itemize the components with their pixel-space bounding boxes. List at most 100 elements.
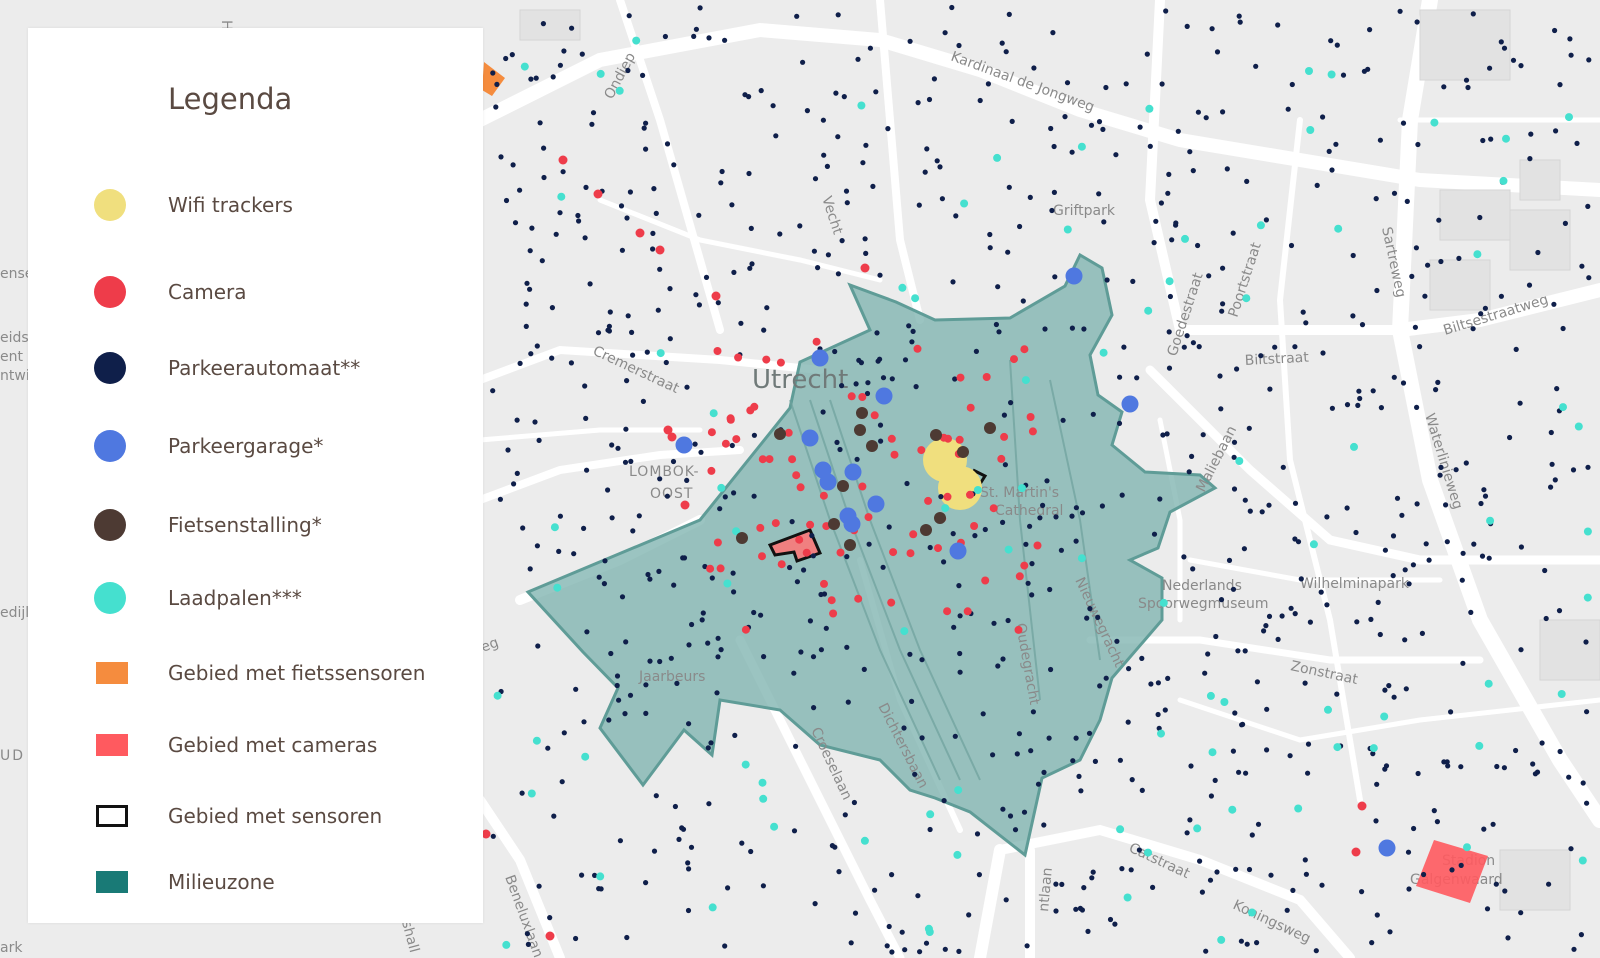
parkeerautomaat-dot: [1478, 500, 1484, 507]
camera-dot: [796, 483, 805, 492]
camera-dot: [593, 189, 603, 199]
parkeerautomaat-dot: [581, 525, 587, 532]
parkeerautomaat-dot: [837, 446, 843, 453]
parkeerautomaat-dot: [1543, 615, 1549, 622]
parkeerautomaat-dot: [1048, 125, 1054, 132]
legend-item-fietssensoren-area[interactable]: Gebied met fietssensoren: [28, 653, 483, 693]
parkeerautomaat-dot: [820, 409, 826, 415]
parkeerautomaat-dot: [1307, 619, 1313, 625]
legend-item-sensoren-area[interactable]: Gebied met sensoren: [28, 796, 483, 836]
parkeerautomaat-dot: [1096, 119, 1103, 125]
parkeerautomaat-dot: [731, 269, 737, 275]
map-label: Cathedral: [995, 503, 1063, 519]
laadpaal-dot: [1484, 679, 1493, 688]
laadpaal-dot: [1350, 442, 1358, 451]
parkeerautomaat-dot: [794, 13, 800, 19]
parkeerautomaat-dot: [706, 801, 712, 807]
parkeerautomaat-dot: [645, 571, 651, 578]
parkeerautomaat-dot: [1151, 240, 1157, 246]
legend-item-parkeerautomaat[interactable]: Parkeerautomaat**: [28, 348, 483, 388]
parkeerautomaat-dot: [1479, 553, 1486, 559]
parkeerautomaat-dot: [1290, 887, 1296, 894]
laadpaal-dot: [1327, 70, 1336, 79]
parkeerautomaat-dot: [1528, 131, 1534, 137]
parkeerautomaat-dot: [722, 37, 728, 43]
parkeerautomaat-dot: [1085, 928, 1091, 935]
parkeerautomaat-dot: [553, 231, 559, 237]
parkeerautomaat-dot: [1042, 326, 1048, 332]
parkeerautomaat-dot: [1501, 45, 1508, 51]
laadpaal-dot: [770, 822, 779, 831]
parkeerautomaat-dot: [1486, 555, 1492, 561]
parkeerautomaat-dot: [1414, 404, 1420, 410]
parkeerautomaat-dot: [950, 531, 956, 537]
camera-dot: [1033, 541, 1042, 550]
parkeerautomaat-dot: [1218, 406, 1224, 412]
parkeerautomaat-dot: [1184, 333, 1190, 339]
parkeerautomaat-dot: [719, 168, 725, 175]
parkeerautomaat-dot: [684, 477, 690, 483]
legend-item-camera[interactable]: Camera: [28, 272, 483, 312]
parkeerautomaat-dot: [1253, 63, 1259, 69]
laadpaal-dot: [709, 409, 718, 418]
parkeerautomaat-dot: [1165, 675, 1171, 682]
parkeerautomaat-dot: [1157, 496, 1163, 502]
parkeerautomaat-dot: [549, 355, 555, 361]
laadpaal-dot: [926, 810, 935, 819]
camera-dot: [762, 355, 771, 364]
parkeerautomaat-dot: [1560, 325, 1566, 332]
parkeerautomaat-dot: [931, 76, 938, 82]
parkeerautomaat-dot: [579, 872, 585, 878]
parkeerautomaat-dot: [691, 33, 697, 40]
parkeerautomaat-dot: [1214, 49, 1221, 55]
parkeerautomaat-dot: [1195, 242, 1201, 249]
parkeerautomaat-dot: [1566, 774, 1572, 780]
parkeerautomaat-dot: [934, 158, 940, 164]
parkeerautomaat-dot: [1354, 619, 1360, 625]
parkeerautomaat-dot: [1242, 648, 1248, 654]
camera-dot: [966, 403, 975, 412]
parkeerautomaat-dot: [1219, 308, 1225, 314]
map-label: Spoorwegmuseum: [1138, 596, 1269, 612]
parkeergarage-dot: [867, 495, 885, 513]
camera-dot: [806, 520, 815, 529]
laadpaal-dot: [1208, 748, 1217, 757]
parkeerautomaat-dot: [1279, 613, 1285, 619]
legend-item-wifi-trackers[interactable]: Wifi trackers: [28, 185, 483, 225]
legend-item-fietsenstalling[interactable]: Fietsenstalling*: [28, 505, 483, 545]
parkeerautomaat-dot: [1402, 637, 1408, 643]
parkeerautomaat-dot: [517, 187, 523, 193]
legend-item-cameras-area[interactable]: Gebied met cameras: [28, 725, 483, 765]
laadpaal-dot: [1463, 843, 1471, 852]
parkeerautomaat-dot: [1117, 374, 1123, 380]
parkeerautomaat-dot: [1233, 866, 1239, 872]
parkeerautomaat-dot: [833, 90, 839, 96]
parkeerautomaat-dot: [1049, 207, 1055, 214]
parkeerautomaat-dot: [1244, 178, 1250, 184]
parkeerautomaat-dot: [1230, 230, 1236, 236]
laadpaal-dot: [1430, 118, 1439, 127]
laadpaal-dot: [1077, 142, 1086, 151]
parkeerautomaat-dot: [1046, 735, 1052, 741]
parkeerautomaat-dot: [1292, 611, 1298, 617]
parkeerautomaat-dot: [889, 376, 895, 382]
map-label: Jaarbeurs: [638, 669, 705, 685]
legend-label: Wifi trackers: [168, 193, 293, 217]
parkeerautomaat-dot: [541, 174, 547, 181]
parkeerautomaat-dot: [715, 300, 721, 306]
parkeerautomaat-dot: [1006, 11, 1012, 17]
parkeerautomaat-dot: [653, 210, 659, 216]
legend-item-parkeergarage[interactable]: Parkeergarage*: [28, 426, 483, 466]
parkeerautomaat-dot: [1197, 858, 1203, 864]
legend-item-milieuzone[interactable]: Milieuzone: [28, 862, 483, 902]
parkeerautomaat-dot: [1220, 109, 1226, 115]
parkeerautomaat-dot: [1167, 293, 1173, 300]
camera-dot: [913, 344, 922, 353]
camera-dot: [955, 435, 964, 444]
parkeerautomaat-dot: [1548, 429, 1554, 436]
laadpaal-dot: [953, 850, 962, 859]
parkeerautomaat-dot: [1391, 374, 1397, 380]
legend-item-laadpalen[interactable]: Laadpalen***: [28, 578, 483, 618]
laadpaal-dot: [1144, 848, 1152, 857]
parkeerautomaat-dot: [1478, 311, 1484, 317]
